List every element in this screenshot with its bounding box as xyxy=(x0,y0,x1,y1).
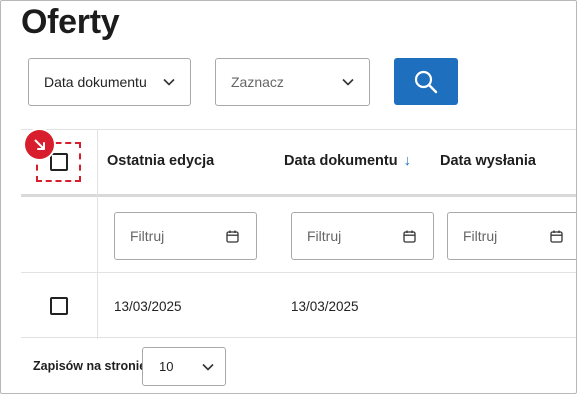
calendar-icon[interactable] xyxy=(550,230,563,243)
select-all-badge xyxy=(25,130,54,159)
calendar-icon[interactable] xyxy=(226,230,239,243)
header-divider xyxy=(21,194,576,197)
filter-document-date[interactable]: Filtruj xyxy=(291,212,434,260)
column-header-document-date[interactable]: Data dokumentu ↓ xyxy=(284,153,411,169)
row-checkbox[interactable] xyxy=(50,297,68,315)
cell-last-edit: 13/03/2025 xyxy=(114,299,182,314)
search-icon xyxy=(414,70,438,93)
page-size-label: Zapisów na stronie xyxy=(33,359,147,373)
row-divider xyxy=(21,337,576,338)
page-size-select[interactable]: 10 xyxy=(142,347,226,386)
chevron-down-icon xyxy=(202,363,214,371)
app-window: Oferty Data dokumentu Zaznacz Ostatnia e… xyxy=(0,0,577,394)
filter-sent-date[interactable]: Filtruj xyxy=(447,212,576,260)
mark-select[interactable]: Zaznacz xyxy=(215,58,370,106)
row-divider xyxy=(21,272,576,273)
arrow-down-icon: ↓ xyxy=(403,153,411,169)
calendar-icon[interactable] xyxy=(403,230,416,243)
arrow-down-right-icon xyxy=(34,139,45,150)
offers-table: Ostatnia edycja Data dokumentu ↓ Data wys… xyxy=(21,129,576,339)
table-top-border xyxy=(21,129,576,130)
cell-document-date: 13/03/2025 xyxy=(291,299,359,314)
document-date-select[interactable]: Data dokumentu xyxy=(28,58,191,106)
document-date-select-value: Data dokumentu xyxy=(44,74,147,90)
page-title: Oferty xyxy=(21,3,120,41)
chevron-down-icon xyxy=(342,78,354,86)
search-button[interactable] xyxy=(394,58,458,105)
chevron-down-icon xyxy=(163,78,175,86)
mark-select-placeholder: Zaznacz xyxy=(231,74,284,90)
select-all-checkbox[interactable] xyxy=(50,153,68,171)
filter-last-edit[interactable]: Filtruj xyxy=(114,212,257,260)
column-header-sent-date[interactable]: Data wysłania xyxy=(440,153,536,169)
page-size-value: 10 xyxy=(159,359,174,374)
checkbox-column-divider xyxy=(97,129,98,339)
column-header-last-edit[interactable]: Ostatnia edycja xyxy=(107,153,214,169)
